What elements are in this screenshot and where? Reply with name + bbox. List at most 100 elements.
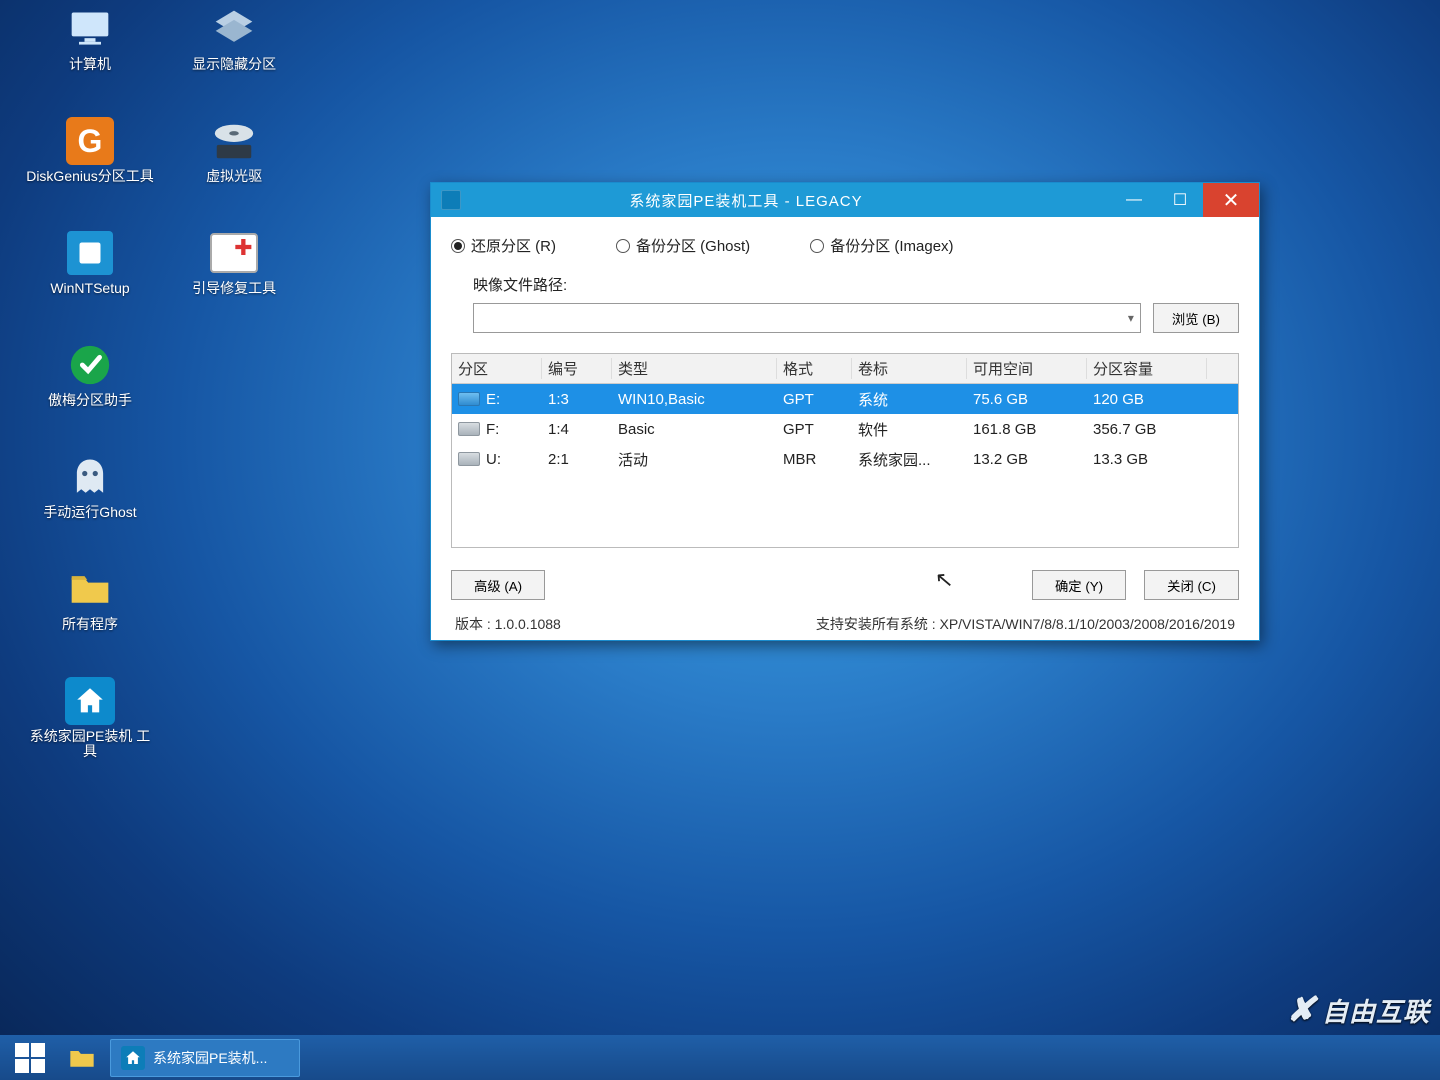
ghost-icon[interactable]: 手动运行Ghost	[20, 453, 160, 553]
icon-label: 计算机	[69, 57, 111, 72]
toolbox-icon	[207, 229, 261, 277]
radio-dot-icon	[451, 239, 465, 253]
drive-icon	[458, 392, 480, 406]
cell-drive: F:	[486, 421, 499, 438]
house-icon	[63, 677, 117, 725]
cell-size: 120 GB	[1087, 391, 1207, 408]
support-text: 支持安装所有系统 : XP/VISTA/WIN7/8/8.1/10/2003/2…	[816, 614, 1235, 634]
footer-buttons: 高级 (A) 确定 (Y) 关闭 (C)	[451, 570, 1239, 600]
aomei-partition-icon[interactable]: 傲梅分区助手	[20, 341, 160, 441]
table-row[interactable]: F:1:4BasicGPT软件161.8 GB356.7 GB	[452, 414, 1238, 444]
mode-radio-group: 还原分区 (R) 备份分区 (Ghost) 备份分区 (Imagex)	[451, 235, 1239, 256]
cell-size: 356.7 GB	[1087, 421, 1207, 438]
cell-volume: 系统家园...	[852, 449, 967, 470]
col-partition[interactable]: 分区	[452, 358, 542, 379]
show-hidden-partition-icon[interactable]: 显示隐藏分区	[164, 5, 304, 105]
cell-number: 2:1	[542, 451, 612, 468]
table-row[interactable]: E: 1:3WIN10,BasicGPT系统75.6 GB120 GB	[452, 384, 1238, 414]
browse-button[interactable]: 浏览 (B)	[1153, 303, 1239, 333]
cell-format: GPT	[777, 421, 852, 438]
col-format[interactable]: 格式	[777, 358, 852, 379]
cell-type: WIN10,Basic	[612, 391, 777, 408]
table-row[interactable]: U:2:1活动MBR系统家园...13.2 GB13.3 GB	[452, 444, 1238, 474]
browse-label: 浏览 (B)	[1172, 312, 1220, 327]
radio-label: 备份分区 (Ghost)	[636, 235, 750, 256]
boot-repair-icon[interactable]: 引导修复工具	[164, 229, 304, 329]
button-label: 关闭 (C)	[1167, 576, 1216, 595]
table-header: 分区 编号 类型 格式 卷标 可用空间 分区容量	[452, 354, 1238, 384]
col-size[interactable]: 分区容量	[1087, 358, 1207, 379]
image-path-section: 映像文件路径: ▾ 浏览 (B)	[473, 274, 1239, 333]
taskbar-explorer-icon[interactable]	[60, 1039, 104, 1077]
cell-number: 1:4	[542, 421, 612, 438]
cell-size: 13.3 GB	[1087, 451, 1207, 468]
radio-dot-icon	[810, 239, 824, 253]
icon-label: 引导修复工具	[192, 281, 276, 296]
taskbar-active-task[interactable]: 系统家园PE装机...	[110, 1039, 300, 1077]
watermark-x-icon: ✘	[1286, 990, 1316, 1030]
folder-icon	[63, 565, 117, 613]
window-titlebar[interactable]: 系统家园PE装机工具 - LEGACY — ☐ ✕	[431, 183, 1259, 217]
monitor-icon	[63, 5, 117, 53]
icon-label: 傲梅分区助手	[48, 393, 132, 408]
pe-install-tool-window: 系统家园PE装机工具 - LEGACY — ☐ ✕ 还原分区 (R) 备份分区 …	[430, 182, 1260, 641]
button-label: 高级 (A)	[474, 576, 522, 595]
cell-number: 1:3	[542, 391, 612, 408]
cell-drive: U:	[486, 451, 501, 468]
backup-imagex-radio[interactable]: 备份分区 (Imagex)	[810, 235, 953, 256]
window-title: 系统家园PE装机工具 - LEGACY	[471, 190, 1111, 211]
cell-type: 活动	[612, 449, 777, 470]
computer-icon[interactable]: 计算机	[20, 5, 160, 105]
restore-partition-radio[interactable]: 还原分区 (R)	[451, 235, 556, 256]
advanced-button[interactable]: 高级 (A)	[451, 570, 545, 600]
cell-free: 13.2 GB	[967, 451, 1087, 468]
icon-label: WinNTSetup	[50, 281, 129, 296]
col-free[interactable]: 可用空间	[967, 358, 1087, 379]
taskbar: 系统家园PE装机...	[0, 1035, 1440, 1080]
winntsetup-icon[interactable]: WinNTSetup	[20, 229, 160, 329]
cell-volume: 软件	[852, 419, 967, 440]
app-icon	[441, 190, 461, 210]
radio-label: 备份分区 (Imagex)	[830, 235, 953, 256]
ok-button[interactable]: 确定 (Y)	[1032, 570, 1126, 600]
disk-icon	[207, 5, 261, 53]
start-button[interactable]	[6, 1039, 54, 1077]
pe-tool-icon[interactable]: 系统家园PE装机 工具	[20, 677, 160, 777]
col-volume[interactable]: 卷标	[852, 358, 967, 379]
close-app-button[interactable]: 关闭 (C)	[1144, 570, 1239, 600]
col-number[interactable]: 编号	[542, 358, 612, 379]
desktop: 计算机 显示隐藏分区 G DiskGenius分区工具 虚拟光驱 WinNTS	[0, 0, 1440, 1080]
cell-free: 75.6 GB	[967, 391, 1087, 408]
table-body: E:1:3WIN10,BasicGPT系统75.6 GB120 GBF:1:4B…	[452, 384, 1238, 474]
all-programs-icon[interactable]: 所有程序	[20, 565, 160, 665]
windows-logo-icon	[15, 1043, 45, 1073]
virtual-cd-icon[interactable]: 虚拟光驱	[164, 117, 304, 217]
aomei-icon	[63, 341, 117, 389]
image-path-label: 映像文件路径:	[473, 274, 1239, 295]
icon-label: 所有程序	[62, 617, 118, 632]
version-text: 版本 : 1.0.0.1088	[455, 614, 561, 634]
icon-label: DiskGenius分区工具	[26, 169, 154, 184]
minimize-button[interactable]: —	[1111, 183, 1157, 217]
desktop-icons: 计算机 显示隐藏分区 G DiskGenius分区工具 虚拟光驱 WinNTS	[20, 5, 320, 789]
window-buttons: — ☐ ✕	[1111, 183, 1259, 217]
partition-table: 分区 编号 类型 格式 卷标 可用空间 分区容量 E: 1:3WIN10,Basi…	[451, 353, 1239, 548]
task-label: 系统家园PE装机...	[153, 1048, 267, 1068]
cd-icon	[207, 117, 261, 165]
cell-format: GPT	[777, 391, 852, 408]
dg-logo-icon: G	[63, 117, 117, 165]
close-button[interactable]: ✕	[1203, 183, 1259, 217]
diskgenius-icon[interactable]: G DiskGenius分区工具	[20, 117, 160, 217]
icon-label: 系统家园PE装机 工具	[25, 729, 155, 760]
image-path-combo[interactable]: ▾	[473, 303, 1141, 333]
maximize-button[interactable]: ☐	[1157, 183, 1203, 217]
watermark-text: 自由互联	[1322, 992, 1430, 1029]
cell-volume: 系统	[852, 389, 967, 410]
icon-label: 手动运行Ghost	[43, 505, 136, 520]
col-type[interactable]: 类型	[612, 358, 777, 379]
cell-drive: E:	[486, 391, 500, 408]
icon-label: 虚拟光驱	[206, 169, 262, 184]
status-line: 版本 : 1.0.0.1088 支持安装所有系统 : XP/VISTA/WIN7…	[451, 610, 1239, 640]
backup-ghost-radio[interactable]: 备份分区 (Ghost)	[616, 235, 750, 256]
drive-icon	[458, 452, 480, 466]
